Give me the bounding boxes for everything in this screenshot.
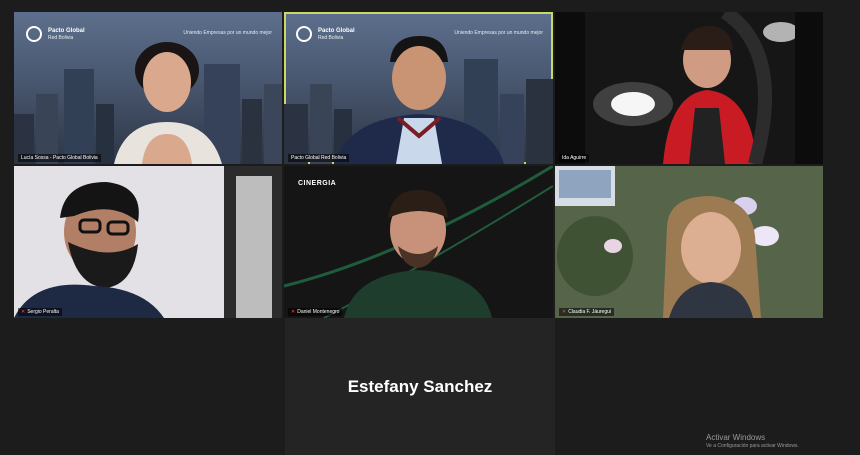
participant-name-p5: ✕ Daniel Montenegro bbox=[288, 308, 343, 316]
participant-name-p3: Ida Aguirre bbox=[559, 154, 590, 162]
participant-name-p2: Pacto Global Red Bolivia bbox=[288, 154, 350, 162]
globe-icon bbox=[26, 26, 42, 42]
mic-muted-icon: ✕ bbox=[21, 309, 26, 315]
video-tile-p6[interactable]: ✕ Claudia F. Jáuregui bbox=[555, 166, 823, 318]
participant-video-p3 bbox=[585, 12, 795, 164]
participant-name-p6: ✕ Claudia F. Jáuregui bbox=[559, 308, 615, 316]
mic-muted-icon: ✕ bbox=[291, 309, 296, 315]
video-tile-p5[interactable]: CINERGIA ✕ Daniel Montenegro bbox=[284, 166, 553, 318]
video-tile-p4[interactable]: ✕ Sergio Peralta bbox=[14, 166, 282, 318]
participant-display-name: Estefany Sanchez bbox=[347, 376, 493, 396]
participant-name-p1: Lucía Sossa - Pacto Global Bolivia bbox=[18, 154, 101, 162]
video-tile-camera-off[interactable]: Estefany Sanchez bbox=[285, 318, 555, 455]
pacto-global-logo: Pacto Global Red Bolivia bbox=[26, 26, 85, 42]
brand-line1: Pacto Global bbox=[48, 27, 85, 34]
windows-activation-watermark: Activar Windows Ve a Configuración para … bbox=[706, 433, 799, 451]
activation-title: Activar Windows bbox=[706, 433, 766, 442]
participant-video-p4 bbox=[14, 166, 282, 318]
participant-video-p1 bbox=[114, 42, 222, 164]
video-tile-p2[interactable]: Pacto Global Red Bolivia Uniendo Empresa… bbox=[284, 12, 553, 164]
participant-video-p6 bbox=[555, 166, 823, 318]
participant-video-p2 bbox=[334, 36, 504, 164]
globe-icon bbox=[296, 26, 312, 42]
video-tile-p1[interactable]: Pacto Global Red Bolivia Uniendo Empresa… bbox=[14, 12, 282, 164]
mic-muted-icon: ✕ bbox=[562, 309, 567, 315]
participant-name-p4: ✕ Sergio Peralta bbox=[18, 308, 62, 316]
brand-line2: Red Bolivia bbox=[48, 34, 74, 41]
video-tile-p3[interactable]: Ida Aguirre bbox=[555, 12, 823, 164]
participant-video-p5 bbox=[284, 166, 553, 318]
cinergia-logo: CINERGIA bbox=[298, 180, 337, 187]
activation-subtitle: Ve a Configuración para activar Windows. bbox=[706, 443, 799, 449]
